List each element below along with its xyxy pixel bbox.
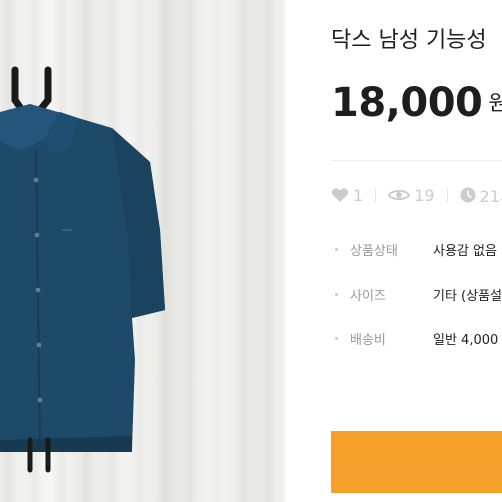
likes-stat: 1	[331, 186, 363, 205]
product-price: 18,000 원	[331, 80, 502, 126]
bullet	[335, 248, 338, 251]
time-ago: 21시	[479, 187, 502, 206]
spec-value: 사용감 없음	[433, 244, 497, 259]
product-info-panel: 닥스 남성 기능성 18,000원 1 19 21시	[285, 0, 502, 502]
spec-row-shipping: 배송비 일반 4,000	[335, 329, 498, 348]
product-stats: 1 19 21시	[331, 182, 502, 208]
stat-separator	[375, 188, 377, 202]
action-button[interactable]	[331, 431, 502, 493]
time-stat: 21시	[460, 183, 502, 207]
views-stat: 19	[388, 185, 435, 205]
spec-value: 기타 (상품설	[433, 289, 502, 304]
spec-row-condition: 상품상태 사용감 없음	[335, 240, 497, 259]
spec-key: 상품상태	[350, 244, 398, 259]
stat-separator	[446, 188, 448, 202]
spec-row-size: 사이즈 기타 (상품설	[335, 285, 502, 304]
views-count: 19	[414, 185, 435, 205]
spec-key: 사이즈	[350, 289, 386, 304]
likes-count: 1	[353, 185, 364, 205]
product-image[interactable]	[0, 0, 285, 502]
price-amount: 18,000	[331, 80, 483, 126]
eye-icon	[388, 189, 411, 201]
shirt-illustration	[0, 66, 165, 473]
product-title: 닥스 남성 기능성	[331, 28, 487, 53]
spec-key: 배송비	[350, 333, 386, 348]
divider	[331, 160, 502, 161]
price-currency: 원	[488, 91, 502, 115]
spec-value: 일반 4,000	[433, 333, 499, 348]
bullet	[335, 293, 338, 296]
heart-icon	[331, 188, 349, 202]
bullet	[335, 337, 338, 340]
clock-icon	[460, 187, 476, 203]
